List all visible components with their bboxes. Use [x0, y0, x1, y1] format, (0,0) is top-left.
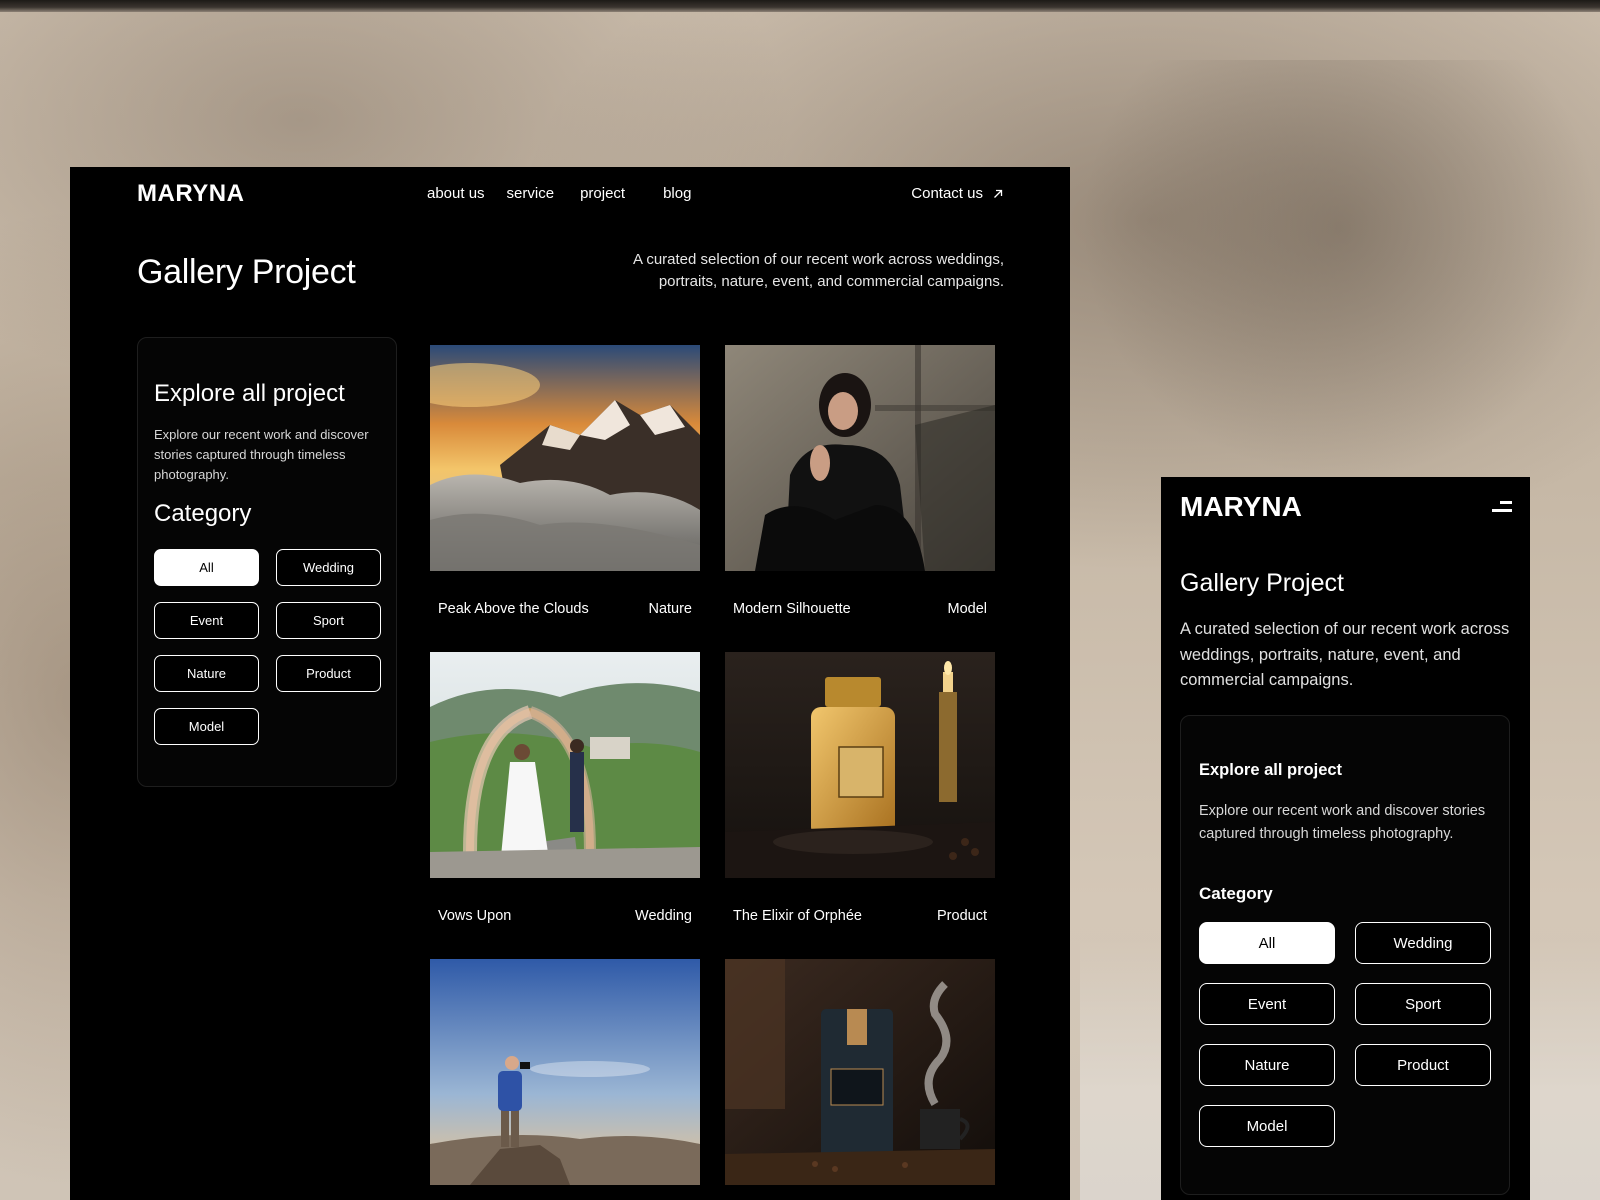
category-chip-product[interactable]: Product: [276, 655, 381, 692]
menu-icon[interactable]: [1492, 499, 1512, 517]
nav-link-about[interactable]: about us: [427, 185, 485, 202]
project-image-coffee[interactable]: [725, 959, 995, 1185]
mobile-preview: MARYNA Gallery Project A curated selecti…: [1161, 477, 1530, 1200]
project-image-photographer[interactable]: [430, 959, 700, 1185]
project-image-model[interactable]: [725, 345, 995, 571]
project-caption: The Elixir of Orphée Product: [733, 908, 987, 924]
category-chip-nature[interactable]: Nature: [154, 655, 259, 692]
mobile-sidebar-title: Explore all project: [1199, 761, 1343, 779]
sidebar-text: Explore our recent work and discover sto…: [154, 427, 369, 482]
nav-link-service[interactable]: service: [507, 185, 555, 202]
category-chip-model[interactable]: Model: [154, 708, 259, 745]
project-category: Nature: [648, 601, 692, 617]
mobile-category-chip-wedding[interactable]: Wedding: [1355, 922, 1491, 964]
page-title: Gallery Project: [137, 253, 356, 291]
page-description: A curated selection of our recent work a…: [584, 249, 1004, 293]
page-description-line: A curated selection of our recent work a…: [632, 251, 1004, 268]
mobile-category-chip-nature[interactable]: Nature: [1199, 1044, 1335, 1086]
background-shadow: [1080, 60, 1600, 480]
mobile-filter-box: Explore all project Explore our recent w…: [1180, 715, 1510, 1195]
window-top-edge: [0, 0, 1600, 12]
arrow-up-right-icon: [994, 189, 1003, 198]
category-chip-sport[interactable]: Sport: [276, 602, 381, 639]
logo[interactable]: MARYNA: [137, 180, 244, 208]
mobile-page-description: A curated selection of our recent work a…: [1180, 620, 1510, 689]
project-category: Model: [947, 601, 988, 617]
project-title: Modern Silhouette: [733, 601, 851, 617]
mobile-page-title: Gallery Project: [1180, 569, 1344, 597]
mobile-category-chip-event[interactable]: Event: [1199, 983, 1335, 1025]
mobile-logo[interactable]: MARYNA: [1180, 491, 1302, 523]
mobile-category-chip-all[interactable]: All: [1199, 922, 1335, 964]
mobile-category-chip-sport[interactable]: Sport: [1355, 983, 1491, 1025]
project-category: Wedding: [635, 908, 692, 924]
mobile-category-title: Category: [1199, 884, 1273, 903]
category-chip-event[interactable]: Event: [154, 602, 259, 639]
desktop-preview: MARYNA about us service project blog Con…: [70, 167, 1070, 1200]
project-title: Vows Upon: [438, 908, 512, 924]
nav-link-project[interactable]: project: [580, 185, 625, 202]
project-caption: Peak Above the Clouds Nature: [438, 601, 692, 617]
mobile-category-chip-model[interactable]: Model: [1199, 1105, 1335, 1147]
contact-label: Contact us: [911, 185, 983, 202]
mobile-category-chip-product[interactable]: Product: [1355, 1044, 1491, 1086]
contact-link[interactable]: Contact us: [911, 185, 1003, 202]
project-caption: Modern Silhouette Model: [733, 601, 987, 617]
project-title: The Elixir of Orphée: [733, 908, 862, 924]
project-image-mountain[interactable]: [430, 345, 700, 571]
project-caption: Vows Upon Wedding: [438, 908, 692, 924]
page-description-line: portraits, nature, event, and commercial…: [658, 273, 1004, 290]
nav-links: about us service project blog: [427, 185, 691, 202]
category-chip-all[interactable]: All: [154, 549, 259, 586]
sidebar-title: Explore all project: [154, 380, 345, 407]
project-category: Product: [937, 908, 987, 924]
nav-link-blog[interactable]: blog: [663, 185, 691, 202]
top-navigation: MARYNA about us service project blog Con…: [70, 167, 1070, 227]
project-image-wedding[interactable]: [430, 652, 700, 878]
project-image-perfume[interactable]: [725, 652, 995, 878]
project-title: Peak Above the Clouds: [438, 601, 589, 617]
category-title: Category: [154, 500, 252, 527]
category-chip-wedding[interactable]: Wedding: [276, 549, 381, 586]
mobile-sidebar-text: Explore our recent work and discover sto…: [1199, 803, 1486, 842]
filter-sidebar: Explore all project Explore our recent w…: [137, 337, 397, 787]
